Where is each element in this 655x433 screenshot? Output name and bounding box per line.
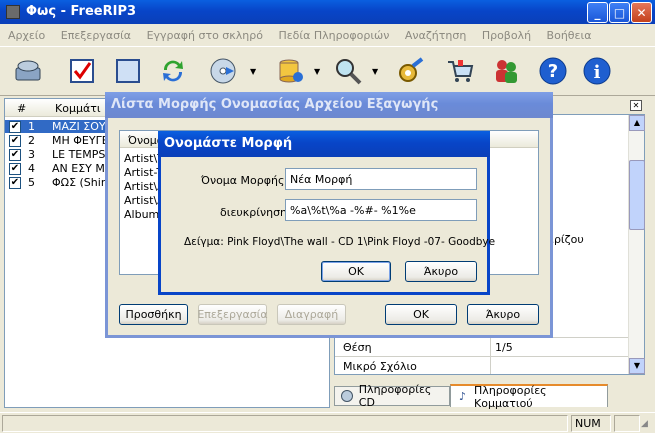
info-icon[interactable]: i <box>581 55 613 87</box>
uncheck-all-icon[interactable] <box>112 55 144 87</box>
svg-text:i: i <box>594 62 601 83</box>
search-icon[interactable] <box>332 55 364 87</box>
track-num-4: 4 <box>28 162 35 175</box>
settings-icon[interactable] <box>394 55 426 87</box>
menu-edit[interactable]: Επεξεργασία <box>61 29 131 42</box>
inner-ok-button[interactable]: OK <box>321 261 391 282</box>
track-title-1: ΜΑΖΙ ΣΟΥ <box>52 120 106 133</box>
format-list-title-bar: Λίστα Μορφής Ονομασίας Αρχείου Εξαγωγής <box>105 92 553 118</box>
track-num-2: 2 <box>28 134 35 147</box>
resize-grip-icon[interactable]: ◢ <box>641 419 648 429</box>
track-checkbox-2[interactable]: ✔ <box>9 134 21 147</box>
name-format-title-bar: Ονομάστε Μορφή <box>158 131 490 157</box>
search-dropdown-icon[interactable]: ▼ <box>372 67 378 76</box>
track-row-3[interactable]: ✔ 3 LE TEMPS D <box>5 148 117 161</box>
track-row-5[interactable]: ✔ 5 ΦΩΣ (Shine <box>5 176 115 189</box>
format-name-label: Όνομα Μορφής: <box>201 174 289 187</box>
description-label: διευκρίνηση <box>220 206 288 219</box>
check-all-icon[interactable] <box>66 55 98 87</box>
track-checkbox-1[interactable]: ✔ <box>9 120 21 133</box>
edit-button[interactable]: Επεξεργασία <box>197 304 268 325</box>
field-value-position: 1/5 <box>495 341 513 354</box>
track-num-1: 1 <box>28 120 35 133</box>
menu-search[interactable]: Αναζήτηση <box>405 29 466 42</box>
menu-view[interactable]: Προβολή <box>482 29 531 42</box>
col-title-header[interactable]: Κομμάτι <box>55 102 101 115</box>
name-format-title: Ονομάστε Μορφή <box>164 136 293 151</box>
inner-cancel-button[interactable]: Άκυρο <box>405 261 477 282</box>
tab-cd-label: Πληροφορίες CD <box>358 383 432 409</box>
help-icon[interactable]: ? <box>537 55 569 87</box>
main-title-bar: Φως - FreeRIP3 _ □ ✕ <box>0 0 655 24</box>
outer-ok-button[interactable]: OK <box>385 304 457 325</box>
field-label-position: Θέση <box>343 341 372 354</box>
grid-field-row-comment[interactable]: Μικρό Σχόλιο <box>335 356 628 374</box>
tab-track-info[interactable]: ♪ Πληροφορίες Κομματιού <box>450 383 608 410</box>
outer-cancel-button[interactable]: Άκυρο <box>467 304 539 325</box>
menu-fields[interactable]: Πεδία Πληροφοριών <box>278 29 389 42</box>
status-bar: NUM ◢ <box>0 412 655 433</box>
toolbar: ▼ ▼ ▼ ? i <box>0 46 655 96</box>
menu-bar: Αρχείο Επεξεργασία Εγγραφή στο σκληρό Πε… <box>8 29 603 43</box>
delete-button[interactable]: Διαγραφή <box>277 304 346 325</box>
panel-close-icon[interactable]: ✕ <box>630 100 642 111</box>
scroll-down-icon[interactable]: ▼ <box>629 358 645 374</box>
users-icon[interactable] <box>490 55 522 87</box>
minimize-button[interactable]: _ <box>587 2 608 23</box>
format-name-input[interactable]: Νέα Μορφή <box>285 168 477 190</box>
status-main <box>2 415 568 432</box>
menu-rip[interactable]: Εγγραφή στο σκληρό <box>147 29 263 42</box>
maximize-button[interactable]: □ <box>609 2 630 23</box>
grid-scrollbar[interactable]: ▲ ▼ <box>628 115 645 374</box>
database-icon[interactable] <box>275 55 307 87</box>
track-row-2[interactable]: ✔ 2 ΜΗ ΦΕΥΓΕΙ <box>5 134 112 147</box>
track-title-2: ΜΗ ΦΕΥΓΕΙ <box>52 134 112 147</box>
description-input[interactable]: %a\%t\%a -%#- %1%e <box>285 199 477 221</box>
add-button[interactable]: Προσθήκη <box>119 304 188 325</box>
field-label-comment: Μικρό Σχόλιο <box>343 360 417 373</box>
rip-dropdown-icon[interactable]: ▼ <box>250 67 256 76</box>
tab-track-label: Πληροφορίες Κομματιού <box>474 383 547 410</box>
cd-drive-icon[interactable] <box>12 55 44 87</box>
example-text: Δείγμα: Pink Floyd\The wall - CD 1\Pink … <box>184 236 496 248</box>
track-num-3: 3 <box>28 148 35 161</box>
menu-help[interactable]: Βοήθεια <box>547 29 592 42</box>
refresh-icon[interactable] <box>157 55 189 87</box>
shopping-cart-icon[interactable] <box>444 55 476 87</box>
track-num-5: 5 <box>28 176 35 189</box>
format-list-title: Λίστα Μορφής Ονομασίας Αρχείου Εξαγωγής <box>111 97 439 112</box>
note-icon: ♪ <box>459 390 467 403</box>
database-dropdown-icon[interactable]: ▼ <box>314 67 320 76</box>
grid-field-row-position[interactable]: Θέση 1/5 <box>335 337 628 355</box>
scroll-thumb[interactable] <box>629 160 645 230</box>
col-num-header[interactable]: # <box>17 102 26 115</box>
track-checkbox-5[interactable]: ✔ <box>9 176 21 189</box>
app-icon <box>6 5 20 19</box>
track-checkbox-4[interactable]: ✔ <box>9 162 21 175</box>
scroll-up-icon[interactable]: ▲ <box>629 115 645 131</box>
cd-tab-icon <box>341 390 353 402</box>
svg-text:?: ? <box>548 61 558 82</box>
track-row-4[interactable]: ✔ 4 ΑΝ ΕΣΥ Μ' Α <box>5 162 119 175</box>
name-format-dialog: Ονομάστε Μορφή Όνομα Μορφής: Νέα Μορφή δ… <box>158 131 495 295</box>
track-checkbox-3[interactable]: ✔ <box>9 148 21 161</box>
menu-file[interactable]: Αρχείο <box>8 29 45 42</box>
close-button[interactable]: ✕ <box>631 2 652 23</box>
window-title: Φως - FreeRIP3 <box>26 4 137 19</box>
partial-field-value: ερίζου <box>548 233 584 246</box>
status-extra <box>614 415 640 432</box>
tab-cd-info[interactable]: Πληροφορίες CD <box>334 383 450 409</box>
rip-cd-icon[interactable] <box>207 55 239 87</box>
status-num: NUM <box>571 415 611 432</box>
